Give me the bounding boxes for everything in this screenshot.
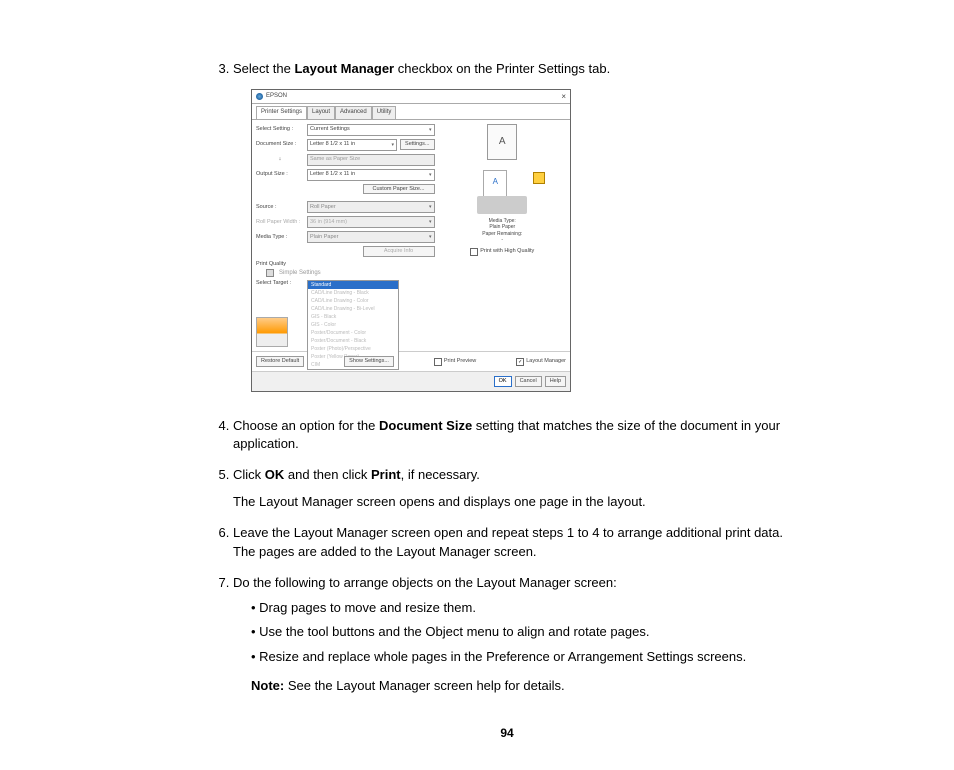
select-setting-label: Select Setting : — [256, 126, 304, 133]
document-size-dropdown[interactable]: Letter 8 1/2 x 11 in — [307, 139, 397, 151]
step-7-bullet-2: Use the tool buttons and the Object menu… — [251, 623, 799, 642]
down-arrow-icon: ↓ — [256, 156, 304, 163]
step-7: Do the following to arrange objects on t… — [233, 574, 799, 696]
printer-preview-icon: A — [471, 166, 533, 214]
tab-advanced[interactable]: Advanced — [335, 106, 372, 118]
document-size-label: Document Size : — [256, 141, 304, 148]
show-settings-button[interactable]: Show Settings... — [344, 356, 394, 367]
step-5: Click OK and then click Print, if necess… — [233, 466, 799, 512]
high-quality-label: Print with High Quality — [480, 248, 534, 255]
layout-manager-label: Layout Manager — [526, 358, 566, 365]
print-preview-checkbox[interactable] — [434, 358, 442, 366]
step-4: Choose an option for the Document Size s… — [233, 417, 799, 455]
same-as-paper-size: Same as Paper Size — [307, 154, 435, 166]
roll-width-dropdown: 36 in (914 mm) — [307, 216, 435, 228]
layout-manager-checkbox[interactable] — [516, 358, 524, 366]
high-quality-checkbox[interactable] — [470, 248, 478, 256]
step-7-bullet-3: Resize and replace whole pages in the Pr… — [251, 648, 799, 667]
media-type-label: Media Type : — [256, 234, 304, 241]
roll-width-label: Roll Paper Width : — [256, 219, 304, 226]
dialog-title: EPSON — [266, 93, 287, 100]
select-setting-dropdown[interactable]: Current Settings — [307, 124, 435, 136]
step-6: Leave the Layout Manager screen open and… — [233, 524, 799, 562]
output-size-dropdown[interactable]: Letter 8 1/2 x 11 in — [307, 169, 435, 181]
epson-logo-icon — [256, 93, 263, 100]
acquire-info-button[interactable]: Acquire Info — [363, 246, 435, 257]
target-preview-icon — [256, 317, 288, 347]
step-5-followup: The Layout Manager screen opens and disp… — [233, 493, 799, 512]
note: Note: See the Layout Manager screen help… — [251, 677, 799, 696]
settings-button[interactable]: Settings... — [400, 139, 434, 150]
tab-utility[interactable]: Utility — [372, 106, 397, 118]
warning-icon — [533, 172, 545, 184]
print-preview-label: Print Preview — [444, 358, 476, 365]
step-3: Select the Layout Manager checkbox on th… — [233, 60, 799, 392]
tab-strip: Printer Settings Layout Advanced Utility — [252, 104, 570, 118]
step-7-bullet-1: Drag pages to move and resize them. — [251, 599, 799, 618]
custom-paper-size-button[interactable]: Custom Paper Size... — [363, 184, 435, 195]
output-size-label: Output Size : — [256, 171, 304, 178]
help-button[interactable]: Help — [545, 376, 566, 387]
tab-layout[interactable]: Layout — [307, 106, 335, 118]
dialog-titlebar: EPSON × — [252, 90, 570, 105]
close-icon[interactable]: × — [561, 92, 566, 102]
ok-button[interactable]: OK — [494, 376, 512, 387]
source-dropdown[interactable]: Roll Paper — [307, 201, 435, 213]
restore-default-button[interactable]: Restore Default — [256, 356, 304, 367]
tab-printer-settings[interactable]: Printer Settings — [256, 106, 307, 118]
cancel-button[interactable]: Cancel — [515, 376, 542, 387]
right-info: Media Type: Plain Paper Paper Remaining:… — [482, 218, 522, 244]
print-quality-label: Print Quality — [256, 261, 435, 268]
source-label: Source : — [256, 204, 304, 211]
printer-dialog-screenshot: EPSON × Printer Settings Layout Advanced… — [251, 89, 799, 392]
paper-preview-icon: A — [487, 124, 517, 160]
simple-settings-checkbox[interactable] — [266, 269, 274, 277]
media-type-dropdown[interactable]: Plain Paper — [307, 231, 435, 243]
select-target-label: Select Target : — [256, 280, 304, 287]
simple-settings-label: Simple Settings — [279, 270, 321, 277]
